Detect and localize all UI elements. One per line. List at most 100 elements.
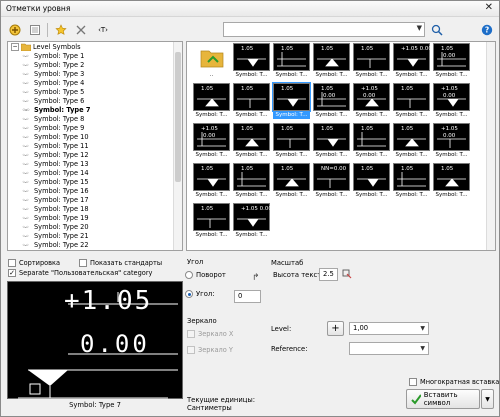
rotation-radio[interactable] bbox=[185, 271, 193, 279]
reference-dropdown-arrow-icon[interactable]: ▼ bbox=[420, 343, 425, 354]
help-icon[interactable]: ? bbox=[478, 21, 496, 39]
multi-insert-checkbox[interactable] bbox=[409, 378, 417, 386]
grid-tile[interactable]: 1.05 Symbol: T... bbox=[233, 43, 270, 79]
grid-tile[interactable]: 1.05 Symbol: T... bbox=[393, 123, 430, 159]
grid-tile-up-folder[interactable]: .. bbox=[193, 43, 230, 79]
level-pick-button[interactable]: + bbox=[327, 321, 344, 336]
separate-category-option[interactable]: ✓ Separate "Пользовательская" category bbox=[8, 269, 152, 277]
grid-tile[interactable]: NN=0.00 Symbol: T... bbox=[313, 163, 350, 199]
multi-insert-option[interactable]: Многократная вставка bbox=[409, 378, 499, 386]
insert-options-dropdown[interactable]: ▼ bbox=[481, 389, 494, 409]
tree-item[interactable]: ◦-◦ Symbol: Type 18 bbox=[22, 205, 89, 214]
tree-item[interactable]: ◦-◦ Symbol: Type 8 bbox=[22, 115, 84, 124]
tree-item[interactable]: ◦-◦ Symbol: Type 22 bbox=[22, 241, 89, 250]
grid-tile[interactable]: 1.05 0.00 Symbol: T... bbox=[313, 83, 350, 119]
tree-item[interactable]: ◦-◦ Symbol: Type 21 bbox=[22, 232, 89, 241]
rotation-option[interactable]: Поворот bbox=[185, 271, 226, 279]
tree-item[interactable]: ◦-◦ Symbol: Type 11 bbox=[22, 142, 89, 151]
grid-tile[interactable]: 1.05 Symbol: T... bbox=[313, 43, 350, 79]
tree-item[interactable]: ◦-◦ Symbol: Type 9 bbox=[22, 124, 84, 133]
show-standards-checkbox[interactable] bbox=[79, 259, 87, 267]
tree-item[interactable]: ◦-◦ Symbol: Type 6 bbox=[22, 97, 84, 106]
collapse-icon[interactable]: − bbox=[11, 43, 19, 51]
level-symbol-thumbnail: 1.05 bbox=[233, 123, 270, 151]
grid-tile[interactable]: 1.05 Symbol: T... bbox=[353, 123, 390, 159]
text-height-input[interactable]: 2.5 bbox=[319, 268, 338, 281]
tree-item[interactable]: ◦-◦ Symbol: Type 5 bbox=[22, 88, 84, 97]
tree-item[interactable]: ◦-◦ Symbol: Type 15 bbox=[22, 178, 89, 187]
angle-option[interactable]: Угол: bbox=[185, 290, 215, 298]
tree-item[interactable]: ◦-◦ Symbol: Type 10 bbox=[22, 133, 89, 142]
close-icon[interactable]: ✕ bbox=[485, 2, 493, 13]
list-icon[interactable] bbox=[26, 21, 44, 39]
mirror-y-option[interactable]: Зеркало Y bbox=[187, 346, 233, 354]
grid-tile[interactable]: 1.05 Symbol: T... bbox=[233, 83, 270, 119]
grid-tile[interactable]: 1.05 Symbol: T... bbox=[193, 203, 230, 239]
tree-scrollbar[interactable] bbox=[173, 42, 182, 250]
grid-tile[interactable]: +1.05 0.00 Symbol: T... bbox=[233, 203, 272, 239]
tree-item[interactable]: ◦-◦ Symbol: Type 19 bbox=[22, 214, 89, 223]
grid-tile[interactable]: +1.05 0.00 Symbol: T... bbox=[433, 123, 470, 159]
tree-scroll-thumb[interactable] bbox=[175, 52, 181, 182]
mirror-x-checkbox[interactable] bbox=[187, 330, 195, 338]
show-standards-option[interactable]: Показать стандарты bbox=[79, 259, 162, 267]
grid-tile[interactable]: +1.05 0.00 Symbol: T... bbox=[433, 83, 470, 119]
search-dropdown-arrow-icon[interactable]: ▼ bbox=[417, 24, 422, 32]
mirror-y-checkbox[interactable] bbox=[187, 346, 195, 354]
tree-item[interactable]: ◦-◦ Symbol: Type 7 bbox=[22, 106, 90, 115]
tree-item[interactable]: ◦-◦ Symbol: Type 12 bbox=[22, 151, 89, 160]
level-symbol-icon: ◦-◦ bbox=[22, 143, 29, 150]
grid-tile[interactable]: 1.05 Symbol: T... bbox=[393, 163, 430, 199]
grid-tile[interactable]: 1.05 Symbol: T... bbox=[233, 163, 270, 199]
tree-item[interactable]: ◦-◦ Symbol: Type 14 bbox=[22, 169, 89, 178]
tree-item[interactable]: ◦-◦ Symbol: Type 13 bbox=[22, 160, 89, 169]
grid-tile[interactable]: 1.05 Symbol: T... bbox=[353, 163, 390, 199]
grid-tile[interactable]: +1.05 0.00 Symbol: T... bbox=[393, 43, 432, 79]
favorite-star-icon[interactable] bbox=[52, 21, 70, 39]
reference-select[interactable]: ▼ bbox=[349, 342, 429, 355]
symbol-tree[interactable]: − Level Symbols ◦-◦ Symbol: Type 1 ◦-◦ Symbo… bbox=[7, 41, 183, 251]
grid-tile[interactable]: 1.05 Symbol: T... bbox=[273, 163, 310, 199]
grid-tile[interactable]: 1.05 0.00 Symbol: T... bbox=[433, 43, 470, 79]
delete-icon[interactable] bbox=[72, 21, 90, 39]
add-level-icon[interactable] bbox=[6, 21, 24, 39]
grid-tile[interactable]: 1.05 Symbol: T... bbox=[353, 43, 390, 79]
grid-tile[interactable]: +1.05 0.00 Symbol: T... bbox=[353, 83, 390, 119]
grid-tile[interactable]: 1.05 Symbol: T... bbox=[313, 123, 350, 159]
symbol-grid[interactable]: .. 1.05 Symbol: T... 1.05 Symbol: T... 1.05 S… bbox=[186, 41, 496, 251]
search-icon[interactable] bbox=[428, 21, 446, 39]
grid-tile[interactable]: 1.05 Symbol: T... bbox=[433, 163, 470, 199]
tree-item[interactable]: ◦-◦ Symbol: Type 1 bbox=[22, 52, 84, 61]
tree-item[interactable]: ◦-◦ Symbol: Type 4 bbox=[22, 79, 84, 88]
tree-item[interactable]: ◦-◦ Symbol: Type 2 bbox=[22, 61, 84, 70]
grid-tile[interactable]: 1.05 Symbol: T... bbox=[193, 83, 230, 119]
level-select[interactable]: 1,00 ▼ bbox=[349, 322, 429, 335]
grid-tile[interactable]: 1.05 Symbol: T... bbox=[393, 83, 430, 119]
crosshair-icon: + bbox=[331, 322, 340, 334]
mirror-x-option[interactable]: Зеркало X bbox=[187, 330, 233, 338]
grid-tile[interactable]: 1.05 Symbol: T... bbox=[273, 43, 310, 79]
insert-symbol-button[interactable]: Вставить символ bbox=[406, 389, 480, 409]
text-height-pick-icon[interactable] bbox=[342, 269, 352, 281]
text-style-icon[interactable]: ‹T› bbox=[94, 21, 112, 39]
tree-item-label: Symbol: Type 9 bbox=[34, 124, 85, 132]
tree-item[interactable]: ◦-◦ Symbol: Type 3 bbox=[22, 70, 84, 79]
separate-category-checkbox[interactable]: ✓ bbox=[8, 269, 16, 277]
tree-item[interactable]: ◦-◦ Symbol: Type 20 bbox=[22, 223, 89, 232]
sort-checkbox[interactable] bbox=[8, 259, 16, 267]
grid-scrollbar[interactable] bbox=[486, 42, 495, 250]
tree-root[interactable]: − Level Symbols bbox=[11, 43, 81, 52]
grid-tile[interactable]: 1.05 Symbol: T... bbox=[273, 123, 310, 159]
angle-radio[interactable] bbox=[185, 290, 193, 298]
tree-item[interactable]: ◦-◦ Symbol: Type 16 bbox=[22, 187, 89, 196]
sort-option[interactable]: Сортировка bbox=[8, 259, 60, 267]
search-input[interactable]: ▼ bbox=[223, 22, 425, 37]
level-dropdown-arrow-icon[interactable]: ▼ bbox=[420, 323, 425, 334]
tree-item[interactable]: ◦-◦ Symbol: Type 17 bbox=[22, 196, 89, 205]
grid-tile[interactable]: 1.05 Symbol: T... bbox=[233, 123, 270, 159]
grid-tile[interactable]: 1.05 Symbol: T... bbox=[272, 82, 311, 119]
grid-tile[interactable]: +1.05 0.00 Symbol: T... bbox=[193, 123, 230, 159]
grid-tile[interactable]: 1.05 Symbol: T... bbox=[193, 163, 230, 199]
angle-input[interactable]: 0 bbox=[234, 290, 261, 303]
toolbar-separator bbox=[47, 23, 48, 37]
